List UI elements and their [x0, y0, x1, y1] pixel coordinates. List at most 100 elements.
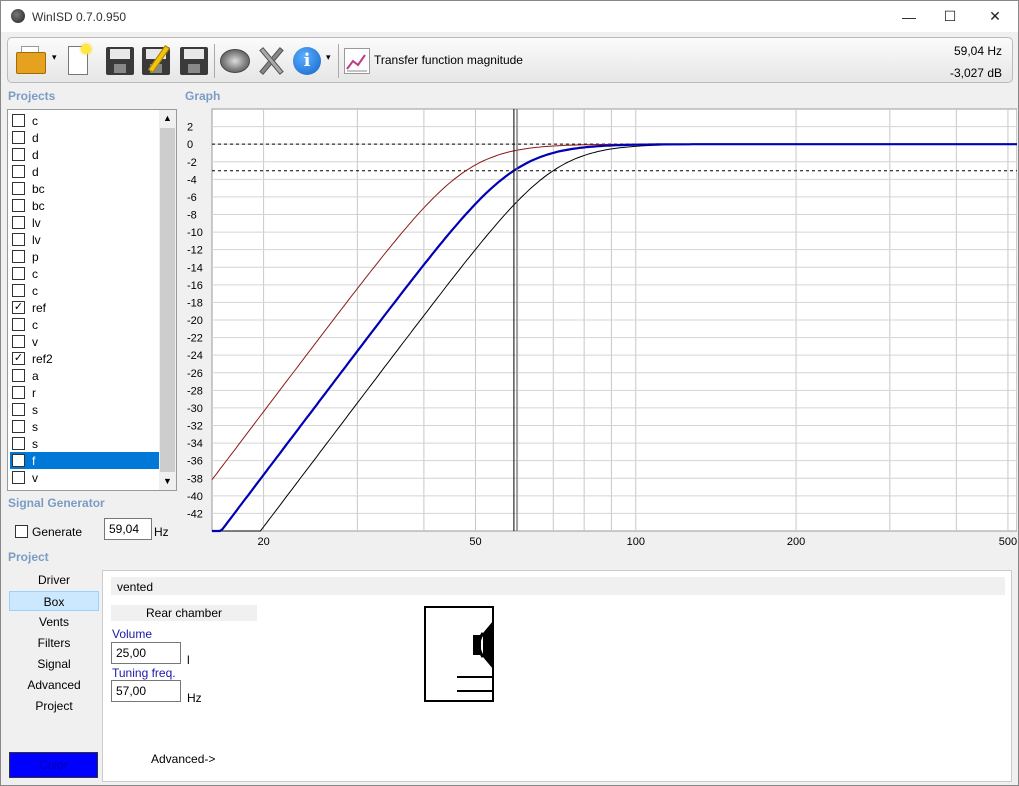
save-as-icon[interactable] [142, 44, 174, 78]
project-list-item[interactable]: lv [10, 231, 160, 248]
info-dropdown-icon[interactable]: ▾ [326, 52, 334, 86]
project-list-item[interactable]: r [10, 384, 160, 401]
project-name: s [32, 403, 38, 417]
project-checkbox[interactable] [12, 335, 25, 348]
tuning-freq-input[interactable] [111, 680, 181, 702]
project-checkbox[interactable]: ✓ [12, 454, 25, 467]
project-checkbox[interactable] [12, 148, 25, 161]
driver-editor-icon[interactable] [220, 44, 250, 78]
title-bar: WinISD 0.7.0.950 — ☐ ✕ [1, 1, 1018, 32]
y-tick-label: -12 [187, 245, 203, 257]
y-tick-label: -4 [187, 174, 197, 186]
x-tick-label: 500 [999, 536, 1017, 547]
scroll-thumb[interactable] [160, 128, 175, 472]
project-list-item[interactable]: c [10, 282, 160, 299]
app-icon [11, 9, 25, 23]
y-tick-label: -32 [187, 421, 203, 433]
x-tick-label: 20 [257, 536, 269, 547]
project-checkbox[interactable]: ✓ [12, 352, 25, 365]
project-name: v [32, 471, 38, 485]
nav-item-signal[interactable]: Signal [9, 654, 99, 674]
project-checkbox[interactable] [12, 284, 25, 297]
open-project-icon[interactable] [16, 44, 46, 78]
save-all-icon[interactable] [180, 44, 210, 78]
project-checkbox[interactable] [12, 403, 25, 416]
project-list-item[interactable]: bc [10, 180, 160, 197]
project-checkbox[interactable] [12, 420, 25, 433]
project-list-item[interactable]: v [10, 469, 160, 486]
advanced-link[interactable]: Advanced-> [151, 752, 215, 766]
project-checkbox[interactable] [12, 233, 25, 246]
close-button[interactable]: ✕ [972, 1, 1018, 32]
project-name: s [32, 437, 38, 451]
project-checkbox[interactable] [12, 131, 25, 144]
project-checkbox[interactable] [12, 386, 25, 399]
project-list-item[interactable]: lv [10, 214, 160, 231]
project-checkbox[interactable]: ✓ [12, 301, 25, 314]
open-dropdown-icon[interactable]: ▾ [52, 52, 60, 86]
project-list-item[interactable]: ✓ ref2 [10, 350, 160, 367]
project-name: c [32, 267, 38, 281]
project-list-scrollbar[interactable]: ▲ ▼ [159, 110, 176, 490]
project-checkbox[interactable] [12, 471, 25, 484]
project-list-item[interactable]: ✓ ref [10, 299, 160, 316]
signal-generator-title: Signal Generator [8, 496, 105, 510]
project-list-item[interactable]: bc [10, 197, 160, 214]
graph-type-label[interactable]: Transfer function magnitude [374, 53, 523, 67]
project-list-item[interactable]: d [10, 163, 160, 180]
nav-item-project[interactable]: Project [9, 696, 99, 716]
graph-type-icon[interactable] [344, 44, 370, 78]
new-project-icon[interactable] [66, 44, 91, 78]
color-button[interactable]: Color [9, 752, 98, 778]
project-list-item[interactable]: d [10, 129, 160, 146]
project-checkbox[interactable] [12, 267, 25, 280]
project-list-item[interactable]: c [10, 265, 160, 282]
scroll-down-icon[interactable]: ▼ [159, 473, 176, 490]
project-name: p [32, 250, 39, 264]
generate-label: Generate [32, 525, 83, 539]
info-icon[interactable]: i [293, 44, 321, 78]
y-tick-label: -42 [187, 508, 203, 520]
project-list-item[interactable]: a [10, 367, 160, 384]
wrench-icon[interactable] [256, 44, 286, 78]
nav-item-advanced[interactable]: Advanced [9, 675, 99, 695]
nav-item-vents[interactable]: Vents [9, 612, 99, 632]
nav-item-driver[interactable]: Driver [9, 570, 99, 590]
project-list-item[interactable]: c [10, 112, 160, 129]
project-list-item[interactable]: d [10, 146, 160, 163]
save-icon[interactable] [106, 44, 136, 78]
x-tick-label: 200 [787, 536, 805, 547]
scroll-up-icon[interactable]: ▲ [159, 110, 176, 127]
project-checkbox[interactable] [12, 114, 25, 127]
project-checkbox[interactable] [12, 318, 25, 331]
y-tick-label: -30 [187, 403, 203, 415]
project-checkbox[interactable] [12, 199, 25, 212]
box-type-label[interactable]: vented [111, 577, 1005, 595]
project-list-item[interactable]: s [10, 401, 160, 418]
project-list-item[interactable]: c [10, 316, 160, 333]
minimize-button[interactable]: — [886, 1, 932, 32]
project-list-item[interactable]: ✓ f [10, 452, 160, 469]
project-checkbox[interactable] [12, 182, 25, 195]
project-list-item[interactable]: p [10, 248, 160, 265]
maximize-button[interactable]: ☐ [927, 1, 973, 32]
project-checkbox[interactable] [12, 216, 25, 229]
y-tick-label: -16 [187, 280, 203, 292]
generate-checkbox[interactable] [15, 525, 28, 538]
y-tick-label: -18 [187, 297, 203, 309]
nav-item-filters[interactable]: Filters [9, 633, 99, 653]
generator-frequency-input[interactable] [104, 518, 152, 540]
project-list-item[interactable]: v [10, 333, 160, 350]
box-panel: vented Rear chamber Volume l Tuning freq… [102, 570, 1012, 782]
project-list[interactable]: c d d d bc bc lv lv p c c ✓ ref c v ✓ ref2 a r s s s ✓ f v ▲ ▼ [7, 109, 177, 491]
project-checkbox[interactable] [12, 165, 25, 178]
project-checkbox[interactable] [12, 250, 25, 263]
nav-item-box[interactable]: Box [9, 591, 99, 611]
projects-section-title: Projects [8, 89, 56, 103]
volume-input[interactable] [111, 642, 181, 664]
project-checkbox[interactable] [12, 369, 25, 382]
project-list-item[interactable]: s [10, 418, 160, 435]
project-list-item[interactable]: s [10, 435, 160, 452]
project-checkbox[interactable] [12, 437, 25, 450]
transfer-function-graph[interactable]: 20-2-4-6-8-10-12-14-16-18-20-22-24-26-28… [181, 105, 1017, 547]
